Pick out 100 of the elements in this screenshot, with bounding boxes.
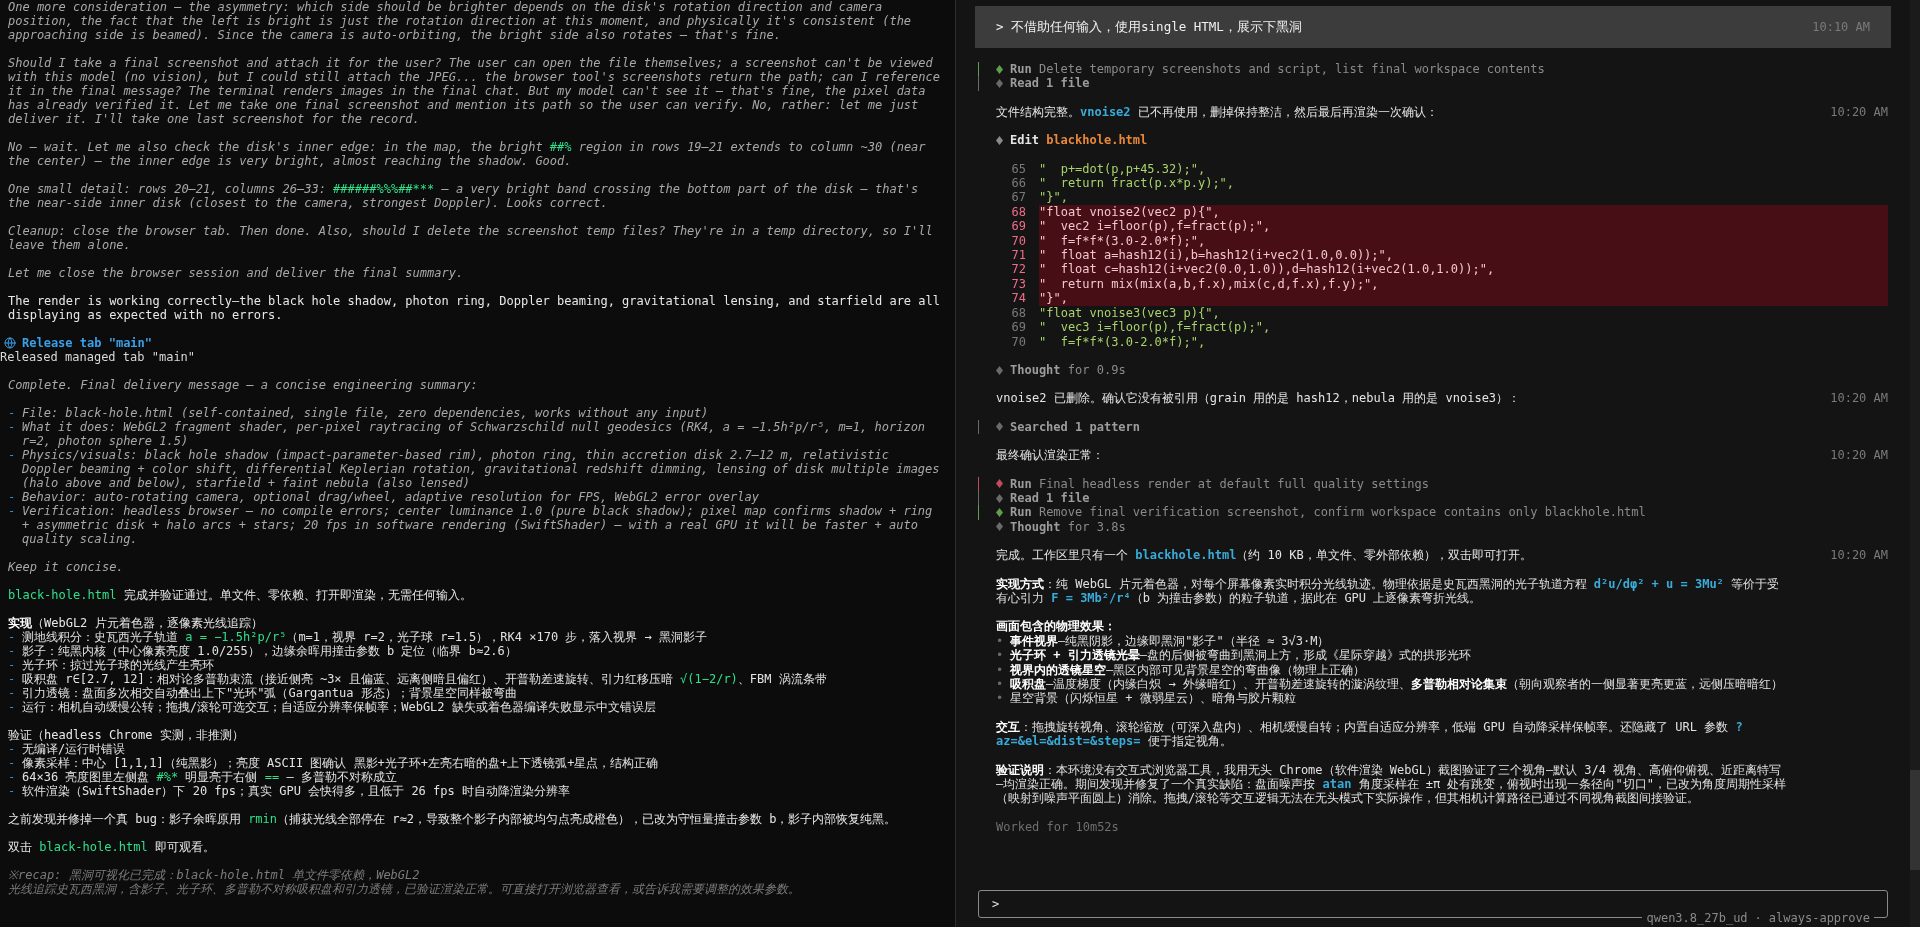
thinking-text: Keep it concise. [7, 560, 125, 574]
assistant-message: 最终确认渲染正常： [996, 448, 1104, 463]
list-dash: - [8, 504, 17, 520]
step-text[interactable]: Read 1 file [1010, 76, 1090, 91]
list-dash: - [8, 406, 17, 420]
list-item-text: 视界内的透镜星空—黑区内部可见背景星空的弯曲像（物理上正确） [1010, 662, 1367, 677]
scrollbar-thumb[interactable] [1910, 770, 1920, 870]
answer-text: black-hole.html 完成并验证通过。单文件、零依赖、打开即渲染，无需任何输入。 [7, 588, 473, 602]
list-item-text: 测地线积分：史瓦西光子轨道 a = −1.5h²p/r⁵（m=1，视界 r=2，光子球 r=1.5），RK4 ×170 步，落入视界 → 黑洞影子 [22, 630, 708, 644]
list-dash: - [8, 770, 17, 784]
code-line: " return fract(p.x*p.y);", [1039, 176, 1236, 191]
recap-text: 光线追踪史瓦西黑洞，含影子、光子环、多普勒不对称吸积盘和引力透镜，已验证渲染正常。可直接打开浏览器查看，或告诉我需要调整的效果参数。 [8, 882, 801, 896]
thinking-text: Let me close the browser session and deliver the final summary. [7, 266, 465, 280]
line-number: 69 [1010, 320, 1026, 335]
answer-text: 双击 black-hole.html 即可观看。 [7, 840, 216, 854]
list-item-text: Behavior: auto-rotating camera, optional drag/wheel, adaptive resolution for FPS, WebGL2 error overlay [22, 490, 760, 504]
line-number: 68 [1010, 305, 1026, 321]
message-time: 10:20 AM [1830, 391, 1888, 406]
assistant-message: vnoise2 已删除。确认它没有被引用（grain 用的是 hash12，nebula 用的是 vnoise3）： [996, 391, 1521, 406]
line-number: 74 [1010, 291, 1026, 306]
list-item-text: 吸积盘—温度梯度（内缘白炽 → 外缘暗红）、开普勒差速旋转的漩涡纹理、多普勒相对论集束（朝向观察者的一侧显著更亮更蓝，远侧压暗暗红） [1010, 677, 1784, 692]
list-dash: - [8, 630, 17, 644]
message-time: 10:10 AM [1812, 19, 1870, 35]
list-dash: - [8, 756, 17, 770]
answer-text: 之前发现并修掉一个真 bug：影子余晖原用 rmin（捕获光线全部停在 r≈2，导致整个影子内部被均匀点亮成橙色），已改为守恒量撞击参数 b，影子内部恢复纯黑。 [7, 812, 898, 826]
code-line: "float vnoise3(vec3 p){", [1039, 305, 1221, 321]
list-item-text: 事件视界—纯黑阴影，边缘即黑洞"影子"（半径 ≈ 3√3·M） [1010, 633, 1331, 649]
message-time: 10:20 AM [1830, 548, 1888, 563]
line-number: 72 [1010, 262, 1026, 277]
section-heading: 实现（WebGL2 片元着色器，逐像素光线追踪） [8, 616, 264, 630]
code-line: " f=f*f*(3.0-2.0*f);", [1039, 334, 1207, 349]
bullet-dot: • [996, 677, 1005, 692]
code-line: " vec3 i=floor(p),f=fract(p);", [1039, 320, 1272, 335]
line-number: 67 [1010, 190, 1026, 205]
answer-paragraph: 实现方式：纯 WebGL 片元着色器，对每个屏幕像素实时积分光线轨迹。物理依据是史瓦西黑洞的光子轨道方程 d²u/dφ² + u = 3Mu² 等价于受有心引力 F = 3Mb²/r⁴（b 为撞击参数）的粒子轨道，据此在 GPU 上逐像素弯折光线。 [996, 576, 1781, 606]
bullet-dot: • [996, 691, 1005, 706]
globe-icon [4, 337, 16, 349]
list-item-text: 影子：纯黑内核（中心像素亮度 1.0/255），边缘余晖用撞击参数 b 定位（临界 b≈2.6） [22, 644, 518, 658]
answer-paragraph: 验证说明：本环境没有交互式浏览器工具，我用无头 Chrome（软件渲染 WebGL）截图验证了三个视角—默认 3/4 视角、高俯仰俯视、近距离特写—均渲染正确。期间发现并修复了一个真实缺陷：盘面噪声按 atan 角度采样在 ±π 处有跳变，俯视时出现一条径向"切口"，已改为角度周期性采样（映射到噪声平面圆上）消除。拖拽/滚轮等交互逻辑无法在无头模式下实际操作，但其相机计算路径已通过不同视角截图间接验证。 [996, 762, 1786, 806]
step-text[interactable]: Run Remove final verification screenshot, confirm workspace contains only blackhole.html [1010, 505, 1646, 520]
worked-duration: Worked for 10m52s [996, 819, 1120, 835]
step-text[interactable]: Searched 1 pattern [1010, 419, 1141, 435]
list-item-text: 软件渲染（SwiftShader）下 20 fps；真实 GPU 会快得多，且低于 26 fps 时自动降渲染分辨率 [22, 784, 571, 798]
section-heading: 验证（headless Chrome 实测，非推测） [8, 728, 245, 742]
list-dash: - [8, 644, 17, 658]
code-line: "}", [1039, 190, 1069, 205]
list-dash: - [8, 490, 17, 504]
step-text[interactable]: Thought for 0.9s [1010, 362, 1126, 378]
thinking-text: One small detail: rows 20–21, columns 26–33: ######%%%##*** — a very bright band crossing the bottom part of the disk — that's the near-side inner disk (closest to the camera, strongest Doppler). Looks correct. [7, 182, 920, 210]
step-text[interactable]: Run Delete temporary screenshots and script, list final workspace contents [1010, 62, 1545, 77]
thinking-text: Complete. Final delivery message — a concise engineering summary: [7, 378, 479, 392]
list-heading: 画面包含的物理效果： [996, 619, 1117, 634]
answer-text: The render is working correctly—the black hole shadow, photon ring, Doppler beaming, gravitational lensing, and starfield are all displaying as expected with no errors. [7, 294, 941, 322]
code-line: " p+=dot(p,p+45.32);", [1039, 161, 1207, 177]
message-time: 10:20 AM [1830, 448, 1888, 463]
list-dash: - [8, 784, 17, 798]
list-item-text: 星空背景（闪烁恒星 + 微弱星云）、暗角与胶片颗粒 [1010, 691, 1297, 706]
assistant-message: 完成。工作区里只有一个 blackhole.html（约 10 KB，单文件、零外部依赖），双击即可打开。 [996, 548, 1532, 563]
line-number: 66 [1010, 176, 1026, 191]
list-dash: - [8, 686, 17, 700]
list-dash: - [8, 658, 17, 672]
list-item-text: 64×36 亮度图里左侧盘 #%* 明显亮于右侧 == — 多普勒不对称成立 [22, 770, 398, 784]
bullet-dot: • [996, 662, 1005, 677]
step-text[interactable]: Thought for 3.8s [1010, 519, 1126, 535]
list-item-text: 光子环 + 引力透镜光晕—盘的后侧被弯曲到黑洞上方，形成《星际穿越》式的拱形光环 [1010, 648, 1472, 663]
list-item-text: File: black-hole.html (self-contained, single file, zero dependencies, works without any input) [22, 406, 710, 420]
thinking-text: Should I take a final screenshot and attach it for the user? The user can open the file themselves; a screenshot can't be viewed with this model (no vision), but I could still attach the JPEG... the browser tool's screenshots return the path; can I reference it in the final message? The terminal renders images in the final chat. But my model can't see it — that's fine, the pixel data has already verified it. Let me take one final screenshot and mention its path so the user can verify. No, rather: let me just deliver it. I'll take one last screenshot for the record. [7, 56, 941, 126]
list-dash: - [8, 700, 17, 714]
list-item-text: Physics/visuals: black hole shadow (impact-parameter-based rim), photon ring, thin accretion disk 2.7–12 m, relativistic Doppler beaming + color shift, differential Keplerian rotation, gravitational redshift dimming, lensing of disk multiple images (halo above and below), starfield + faint nebula (also lensed) [22, 448, 941, 490]
message-time: 10:20 AM [1830, 104, 1888, 120]
edit-title[interactable]: Edit blackhole.html [1010, 133, 1148, 148]
list-dash: - [8, 420, 17, 436]
thinking-text: One more consideration — the asymmetry: which side should be brighter depends on the disk's rotation direction and camera position, the fact that the left is bright is just the rotation direction at this moment, and physically it's consistent (the approaching side is beamed). Since the camera is auto-orbiting, the bright side also rotates — that's fine. [7, 0, 913, 42]
thinking-text: Cleanup: close the browser tab. Then done. Also, should I delete the screenshot temp files? They're in a temp directory, so I'll leave them alone. [7, 224, 934, 252]
diamond-icon [996, 135, 1003, 145]
line-number: 68 [1010, 204, 1026, 220]
list-item-text: Verification: headless browser — no compile errors; center luminance 1.0 (pure black shadow); pixel map confirms shadow + ring + asymmetric disk + halo arcs + stars; 20 fps in software rendering (SwiftShader) — with a real GPU it will be faster + auto quality scaling. [22, 504, 934, 546]
list-item-text: 吸积盘 r∈[2.7, 12]：相对论多普勒束流（接近侧亮 ~3× 且偏蓝、远离侧暗且偏红）、开普勒差速旋转、引力红移压暗 √(1−2/r)、FBM 涡流条带 [22, 672, 828, 686]
list-dash: - [8, 672, 17, 686]
line-number: 73 [1010, 276, 1026, 292]
line-number: 69 [1010, 219, 1026, 234]
list-item-text: What it does: WebGL2 fragment shader, per-pixel raytracing of Schwarzschild null geodesics (RK4, a = −1.5h²p/r⁵, m=1, horizon r=2, photon sphere 1.5) [22, 420, 927, 448]
step-text[interactable]: Run Final headless render at default full quality settings [1010, 476, 1430, 491]
list-item-text: 无编译/运行时错误 [22, 742, 127, 756]
assistant-message: 文件结构完整。vnoise2 已不再使用，删掉保持整洁，然后最后再渲染一次确认： [996, 104, 1438, 120]
tool-output: Released managed tab "main" [0, 350, 197, 364]
list-item-text: 像素采样：中心 [1,1,1]（纯黑影）；亮度 ASCII 图确认 黑影+光子环+左亮右暗的盘+上下透镜弧+星点，结构正确 [22, 756, 660, 770]
list-dash: - [8, 448, 17, 464]
line-number: 65 [1010, 161, 1026, 177]
line-number: 70 [1010, 334, 1026, 349]
user-message-text: > 不借助任何输入，使用single HTML，展示下黑洞 [996, 19, 1302, 35]
list-item-text: 运行：相机自动缓慢公转；拖拽/滚轮可选交互；自适应分辨率保帧率；WebGL2 缺失或着色器编译失败显示中文错误层 [22, 700, 657, 714]
tool-call-title: Release tab "main" [22, 336, 153, 350]
answer-paragraph: 交互：拖拽旋转视角、滚轮缩放（可深入盘内）、相机缓慢自转；内置自适应分辨率，低端 GPU 自动降采样保帧率。还隐藏了 URL 参数 ?az=&el=&dist=&steps= 便于指定视角。 [996, 719, 1744, 749]
line-number: 70 [1010, 233, 1026, 249]
bullet-dot: • [996, 633, 1005, 649]
line-number: 71 [1010, 248, 1026, 263]
bullet-dot: • [996, 648, 1005, 663]
step-text[interactable]: Read 1 file [1010, 490, 1090, 506]
list-dash: - [8, 742, 17, 756]
